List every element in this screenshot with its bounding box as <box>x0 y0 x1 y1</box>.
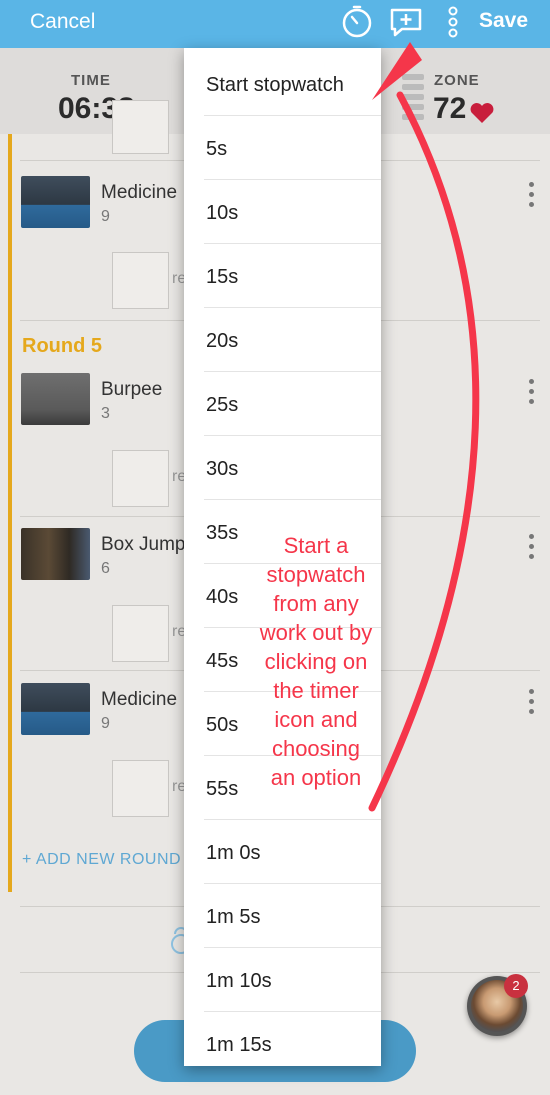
menu-item-5s[interactable]: 5s <box>184 116 381 180</box>
note-box[interactable] <box>112 450 169 507</box>
stopwatch-icon[interactable] <box>339 4 375 40</box>
add-comment-icon[interactable] <box>388 4 424 40</box>
menu-item-start-stopwatch[interactable]: Start stopwatch <box>184 52 381 116</box>
exercise-name: Box Jump <box>101 534 186 555</box>
note-box[interactable] <box>112 760 169 817</box>
exercise-reps: 3 <box>101 405 110 422</box>
time-label: TIME <box>71 72 111 89</box>
zone-gauge-icon <box>402 74 424 126</box>
note-box[interactable] <box>112 605 169 662</box>
exercise-menu-icon[interactable] <box>527 534 535 564</box>
exercise-thumbnail <box>21 683 90 735</box>
exercise-name: Medicine <box>101 182 178 203</box>
menu-item-1m-10s[interactable]: 1m 10s <box>184 948 381 1012</box>
exercise-reps: 9 <box>101 208 110 225</box>
more-vertical-icon[interactable] <box>435 4 471 40</box>
exercise-menu-icon[interactable] <box>527 689 535 719</box>
notification-badge: 2 <box>504 974 528 998</box>
save-button[interactable]: Save <box>479 9 528 33</box>
menu-item-1m-15s[interactable]: 1m 15s <box>184 1012 381 1066</box>
menu-item-30s[interactable]: 30s <box>184 436 381 500</box>
menu-item-15s[interactable]: 15s <box>184 244 381 308</box>
cancel-button[interactable]: Cancel <box>30 10 95 34</box>
exercise-thumbnail <box>21 373 90 425</box>
exercise-reps: 9 <box>101 715 110 732</box>
menu-item-1m-0s[interactable]: 1m 0s <box>184 820 381 884</box>
note-box[interactable] <box>112 252 169 309</box>
menu-item-10s[interactable]: 10s <box>184 180 381 244</box>
exercise-name: Burpee <box>101 379 163 400</box>
round-indicator-bar <box>8 134 12 892</box>
annotation-text: Start a stopwatch from any work out by c… <box>259 533 373 790</box>
round-title: Round 5 <box>22 335 102 357</box>
exercise-thumbnail <box>21 528 90 580</box>
exercise-reps: 6 <box>101 560 110 577</box>
menu-item-20s[interactable]: 20s <box>184 308 381 372</box>
exercise-name: Medicine <box>101 689 178 710</box>
add-new-round-link[interactable]: + ADD NEW ROUND <box>22 851 181 869</box>
top-bar: Cancel Save <box>0 0 550 48</box>
zone-label: ZONE <box>434 72 480 89</box>
exercise-menu-icon[interactable] <box>527 182 535 212</box>
zone-value: 72 <box>433 92 467 125</box>
menu-item-1m-5s[interactable]: 1m 5s <box>184 884 381 948</box>
note-box[interactable] <box>112 100 169 154</box>
exercise-thumbnail <box>21 176 90 228</box>
exercise-menu-icon[interactable] <box>527 379 535 409</box>
menu-item-25s[interactable]: 25s <box>184 372 381 436</box>
heart-icon <box>469 102 495 129</box>
